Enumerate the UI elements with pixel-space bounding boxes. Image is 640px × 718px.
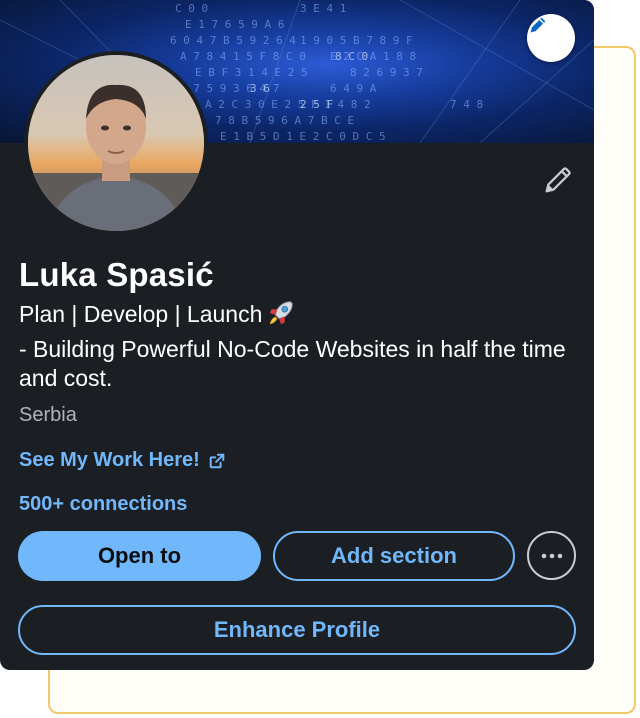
enhance-profile-button[interactable]: Enhance Profile xyxy=(18,605,576,655)
avatar[interactable] xyxy=(24,51,208,235)
website-link[interactable]: See My Work Here! xyxy=(19,449,226,472)
svg-text:1 9 0 5 B 7 8 9 F: 1 9 0 5 B 7 8 9 F xyxy=(300,34,413,47)
website-link-label: See My Work Here! xyxy=(19,449,200,471)
svg-text:6 0 4 7 B 5 9 2 6 4: 6 0 4 7 B 5 9 2 6 4 xyxy=(170,34,296,47)
svg-text:A 2 C 3 0 E 2 5 F 1 4 8 2: A 2 C 3 0 E 2 5 F 1 4 8 2 xyxy=(205,98,371,111)
svg-text:A 7 8 4 1 5 F 8 C 0: A 7 8 4 1 5 F 8 C 0 xyxy=(180,50,306,63)
svg-text:2 5 F: 2 5 F xyxy=(300,98,333,111)
svg-text:8 C 0: 8 C 0 xyxy=(335,50,368,63)
svg-text:7 4 8: 7 4 8 xyxy=(450,98,483,111)
more-actions-button[interactable] xyxy=(527,531,576,580)
ellipsis-icon xyxy=(541,553,562,558)
svg-text:C 0 0: C 0 0 xyxy=(175,2,208,15)
pencil-icon xyxy=(530,17,546,33)
pencil-icon xyxy=(545,167,571,193)
svg-text:E B F 3 1 4 E 2 5: E B F 3 1 4 E 2 5 xyxy=(195,66,308,79)
rocket-icon xyxy=(266,298,296,335)
headline-line-1: Plan | Develop | Launch xyxy=(19,301,263,327)
profile-name: Luka Spasić xyxy=(19,256,214,293)
svg-text:8 2 6 9 3 7: 8 2 6 9 3 7 xyxy=(350,66,423,79)
add-section-button[interactable]: Add section xyxy=(273,531,515,581)
edit-intro-button[interactable] xyxy=(538,160,578,200)
headline-line-2: - Building Powerful No-Code Websites in … xyxy=(19,336,566,391)
connections-count[interactable]: 500+ connections xyxy=(19,493,187,516)
svg-text:6 4 9 A: 6 4 9 A xyxy=(330,82,377,95)
svg-text:7 8 B 5 9 6 A 7 B C E: 7 8 B 5 9 6 A 7 B C E xyxy=(215,114,354,127)
svg-text:E 1 B 5 D 1 E 2 C 0 D C 5: E 1 B 5 D 1 E 2 C 0 D C 5 xyxy=(220,130,386,143)
open-to-button[interactable]: Open to xyxy=(18,531,261,581)
svg-text:3 E 4 1: 3 E 4 1 xyxy=(300,2,346,15)
external-link-icon xyxy=(209,453,225,468)
profile-headline: Plan | Develop | Launch - Building Power… xyxy=(19,298,579,393)
profile-card: C 0 0 3 E 4 1 E 1 7 6 5 9 A 6 6 0 4 7 B … xyxy=(0,0,594,670)
svg-text:3 6: 3 6 xyxy=(250,82,270,95)
svg-text:E 1 7 6 5 9 A 6: E 1 7 6 5 9 A 6 xyxy=(185,18,284,31)
profile-location: Serbia xyxy=(19,404,77,426)
cover-edit-button[interactable] xyxy=(527,14,575,62)
